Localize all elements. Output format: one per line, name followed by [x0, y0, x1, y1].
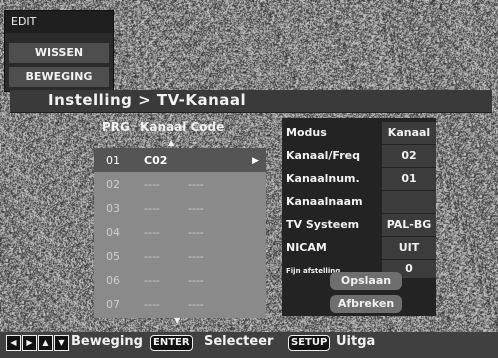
setting-label: Modus [286, 126, 327, 139]
channel-row-06[interactable]: 06 ---- ---- [94, 268, 266, 292]
setting-label: Kanaal/Freq [286, 149, 360, 162]
edit-menu-title: EDIT [5, 11, 113, 33]
setting-kanaalnaam[interactable]: Kanaalnaam [282, 191, 436, 213]
setup-key-icon: SETUP [288, 335, 331, 351]
page-header: Instelling > TV-Kanaal [10, 90, 492, 113]
row-extra: ---- [188, 298, 204, 311]
row-code: C02 [144, 154, 168, 167]
row-prg: 01 [106, 154, 120, 167]
row-code: ---- [144, 250, 160, 263]
channel-row-07[interactable]: 07 ---- ---- [94, 292, 266, 316]
menu-item-wissen[interactable]: WISSEN [9, 43, 109, 63]
setting-label: TV Systeem [286, 218, 360, 231]
edit-menu: EDIT WISSEN BEWEGING [4, 10, 114, 92]
row-prg: 05 [106, 250, 120, 263]
column-kanaal-code: Kanaal Code [140, 120, 225, 134]
row-extra: ---- [188, 250, 204, 263]
setting-label: NICAM [286, 241, 327, 254]
row-extra: ---- [188, 274, 204, 287]
setting-value: Kanaal [382, 122, 436, 144]
right-arrow-icon: ▶ [22, 335, 37, 351]
page-title: Instelling > TV-Kanaal [48, 91, 247, 109]
save-button[interactable]: Opslaan [330, 272, 402, 290]
channel-list-header: PRG Kanaal Code [102, 120, 262, 138]
setting-value: 02 [382, 145, 436, 167]
setting-value: 01 [382, 168, 436, 190]
setting-label: Kanaalnum. [286, 172, 360, 185]
setting-kanaal-freq[interactable]: Kanaal/Freq 02 [282, 145, 436, 167]
row-code: ---- [144, 178, 160, 191]
footer-exit-label: Uitga [336, 334, 376, 349]
menu-item-beweging[interactable]: BEWEGING [9, 67, 109, 87]
row-prg: 02 [106, 178, 120, 191]
enter-key-icon: ENTER [150, 335, 193, 351]
row-code: ---- [144, 202, 160, 215]
row-extra: ---- [188, 202, 204, 215]
down-arrow-icon: ▼ [54, 335, 69, 351]
channel-row-04[interactable]: 04 ---- ---- [94, 220, 266, 244]
cancel-button[interactable]: Afbreken [330, 295, 402, 313]
row-prg: 04 [106, 226, 120, 239]
setting-value: PAL-BG [382, 214, 436, 236]
row-code: ---- [144, 274, 160, 287]
setting-nicam[interactable]: NICAM UIT [282, 237, 436, 259]
row-prg: 03 [106, 202, 120, 215]
setting-modus[interactable]: Modus Kanaal [282, 122, 436, 144]
channel-row-03[interactable]: 03 ---- ---- [94, 196, 266, 220]
left-arrow-icon: ◀ [6, 335, 21, 351]
row-extra: ---- [188, 178, 204, 191]
scroll-down-icon[interactable]: ▼ [174, 316, 180, 325]
channel-row-02[interactable]: 02 ---- ---- [94, 172, 266, 196]
footer-move-label: Beweging [71, 334, 143, 349]
row-prg: 06 [106, 274, 120, 287]
scroll-up-icon[interactable]: ▲ [168, 138, 174, 147]
channel-row-05[interactable]: 05 ---- ---- [94, 244, 266, 268]
up-arrow-icon: ▲ [38, 335, 53, 351]
channel-row-01[interactable]: 01 C02 [94, 148, 266, 172]
column-prg: PRG [102, 120, 130, 134]
setting-value [382, 191, 436, 213]
setting-label: Kanaalnaam [286, 195, 363, 208]
setting-value: UIT [382, 237, 436, 259]
row-code: ---- [144, 298, 160, 311]
footer-select-label: Selecteer [204, 334, 274, 349]
setting-tv-systeem[interactable]: TV Systeem PAL-BG [282, 214, 436, 236]
setting-kanaalnum[interactable]: Kanaalnum. 01 [282, 168, 436, 190]
row-extra: ---- [188, 226, 204, 239]
row-selected-arrow-icon: ▶ [252, 156, 259, 166]
row-prg: 07 [106, 298, 120, 311]
row-code: ---- [144, 226, 160, 239]
